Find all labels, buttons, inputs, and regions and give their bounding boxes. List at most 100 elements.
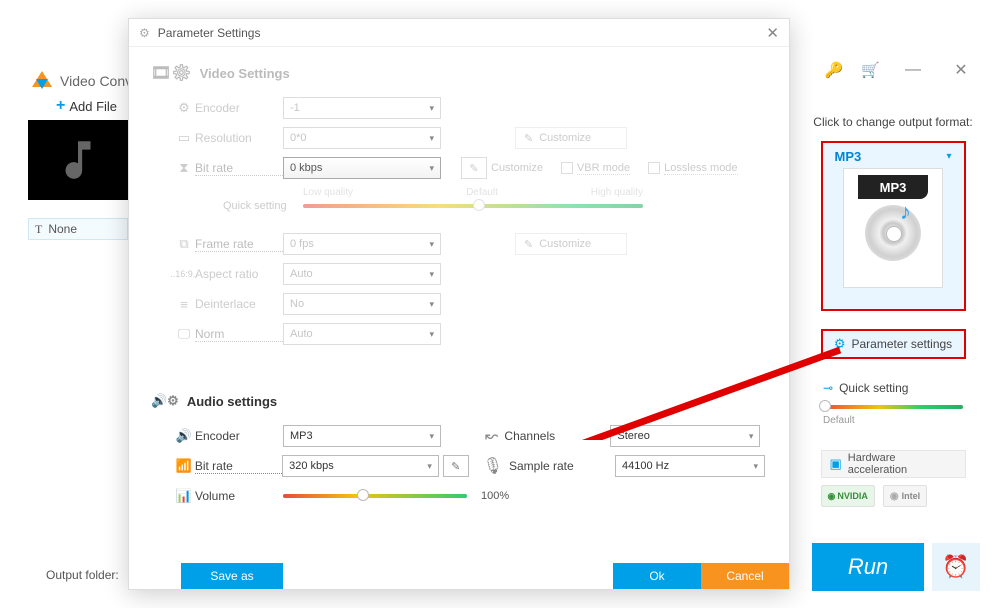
channels-icon: ↜ <box>485 426 498 446</box>
quick-setting-slider[interactable] <box>823 405 963 409</box>
thumbnail-label[interactable]: T None <box>28 218 128 240</box>
format-preview-icon: MP3 ♪ <box>843 168 943 288</box>
volume-slider[interactable] <box>283 494 467 498</box>
field-label: Sample rate <box>509 459 609 473</box>
slider-handle[interactable] <box>357 489 369 501</box>
lossless-label: Lossless mode <box>664 162 737 175</box>
norm-row: 🖵 Norm Auto▾ <box>151 319 765 349</box>
audio-section-title: Audio settings <box>187 394 277 409</box>
resolution-select: 0*0▾ <box>283 127 441 149</box>
slider-handle <box>473 199 485 211</box>
framerate-select: 0 fps▾ <box>283 233 441 255</box>
nvidia-badge[interactable]: ◉NVIDIA <box>821 485 875 507</box>
audio-encoder-select[interactable]: MP3▾ <box>283 425 441 447</box>
sliders-icon: ⚙ <box>834 336 846 352</box>
gear-icon: ⚙ <box>173 100 195 116</box>
quick-setting-toggle[interactable]: ⊸ Quick setting <box>823 381 963 395</box>
dialog-titlebar: ⚙ Parameter Settings ✕ <box>129 19 789 47</box>
audio-section-header: 🔊⚙ Audio settings <box>151 393 765 409</box>
parameter-settings-button[interactable]: ⚙ Parameter settings <box>821 329 966 359</box>
speaker-gear-icon: 🔊⚙ <box>151 393 179 409</box>
license-key-icon[interactable]: 🔑 <box>825 61 844 79</box>
music-note-icon: ♪ <box>900 199 911 225</box>
samplerate-select[interactable]: 44100 Hz▾ <box>615 455 765 477</box>
channels-select[interactable]: Stereo▾ <box>610 425 760 447</box>
field-label: Channels <box>504 429 604 443</box>
minimize-button[interactable]: — <box>898 60 928 80</box>
video-encoder-row: ⚙ Encoder -1▾ <box>151 93 765 123</box>
norm-select: Auto▾ <box>283 323 441 345</box>
monitor-icon: 🖵 <box>173 326 195 342</box>
close-window-button[interactable]: ✕ <box>946 60 976 80</box>
video-section-header: 🎞⚙ Video Settings <box>151 63 765 83</box>
mp3-badge: MP3 <box>858 175 928 199</box>
save-as-button[interactable]: Save as <box>181 563 283 589</box>
aspect-select: Auto▾ <box>283 263 441 285</box>
audio-bitrate-select[interactable]: 320 kbps▾ <box>282 455 439 477</box>
field-label: Encoder <box>195 101 283 115</box>
signal-icon: 📶 <box>173 458 195 474</box>
schedule-button[interactable]: ⏰ <box>932 543 980 591</box>
video-quick-setting-row: Quick setting Low quality Default High q… <box>223 191 765 221</box>
vbr-checkbox <box>561 162 573 174</box>
text-type-icon: T <box>35 222 42 237</box>
hw-label: Hardware acceleration <box>848 452 957 476</box>
mic-icon: 🎙 <box>483 456 503 476</box>
deinterlace-select: No▾ <box>283 293 441 315</box>
vbr-label: VBR mode <box>577 162 630 175</box>
slider-handle[interactable] <box>819 400 831 412</box>
parameter-settings-dialog: ⚙ Parameter Settings ✕ 🎞⚙ Video Settings… <box>128 18 790 590</box>
intel-badge[interactable]: ◉Intel <box>883 485 927 507</box>
source-thumbnail[interactable] <box>28 120 128 200</box>
plus-icon: + <box>56 97 65 115</box>
window-controls: 🔑 🛒 — ✕ <box>825 60 976 80</box>
resolution-row: ▭ Resolution 0*0▾ ✎Customize <box>151 123 765 153</box>
filmstrip-icon: ⧉ <box>173 236 195 252</box>
field-label: Frame rate <box>195 237 283 252</box>
dropdown-arrow-icon: ▾ <box>946 151 951 162</box>
field-label: Norm <box>195 327 283 342</box>
format-name: MP3 <box>835 149 862 164</box>
field-label: Volume <box>195 489 283 503</box>
app-logo-icon <box>32 71 52 91</box>
add-file-button[interactable]: + Add File <box>56 97 117 115</box>
run-button[interactable]: Run <box>812 543 924 591</box>
disc-icon <box>865 205 921 261</box>
pencil-icon: ✎ <box>524 238 533 251</box>
lines-icon: ≡ <box>173 297 195 312</box>
video-bitrate-row: ⧗ Bit rate 0 kbps▾ ✎ Customize VBR mode … <box>151 153 765 183</box>
pencil-icon: ✎ <box>524 132 533 145</box>
volume-row: 📊 Volume 100% <box>151 481 765 511</box>
video-encoder-select: -1▾ <box>283 97 441 119</box>
cancel-button[interactable]: Cancel <box>701 563 789 589</box>
panel-heading: Click to change output format: <box>813 115 972 129</box>
video-quality-slider: Low quality Default High quality <box>303 204 643 208</box>
framerate-row: ⧉ Frame rate 0 fps▾ ✎Customize <box>151 229 765 259</box>
dialog-title: Parameter Settings <box>158 26 261 40</box>
audio-encoder-row: 🔊 Encoder MP3▾ ↜ Channels Stereo▾ <box>151 421 765 451</box>
quick-setting-label: Quick setting <box>839 381 908 395</box>
speaker-icon: 🔊 <box>173 428 195 444</box>
quick-slider-label: Default <box>823 415 963 426</box>
settings-icon: ⚙ <box>139 26 150 40</box>
quick-setting-label: Quick setting <box>223 200 303 212</box>
dialog-close-button[interactable]: ✕ <box>766 24 779 42</box>
film-gear-icon: 🎞⚙ <box>151 63 192 83</box>
music-note-icon <box>53 135 103 185</box>
param-button-label: Parameter settings <box>851 337 952 351</box>
resolution-icon: ▭ <box>173 130 195 146</box>
field-label: Deinterlace <box>195 297 283 311</box>
add-file-label: Add File <box>69 99 117 114</box>
output-format-selector[interactable]: MP3 ▾ MP3 ♪ <box>821 141 966 311</box>
ok-button[interactable]: Ok <box>613 563 701 589</box>
field-label: Bit rate <box>195 459 282 474</box>
output-folder-label: Output folder: <box>46 568 119 582</box>
customize-label: Customize <box>491 162 543 174</box>
framerate-customize-button: ✎Customize <box>515 233 627 255</box>
video-bitrate-select[interactable]: 0 kbps▾ <box>283 157 441 179</box>
cart-icon[interactable]: 🛒 <box>861 61 880 79</box>
field-label: Encoder <box>195 429 283 443</box>
app-title: Video Conv <box>60 73 132 89</box>
hardware-accel-button[interactable]: ▣ Hardware acceleration <box>821 450 966 478</box>
bitrate-edit-button[interactable]: ✎ <box>443 455 469 477</box>
